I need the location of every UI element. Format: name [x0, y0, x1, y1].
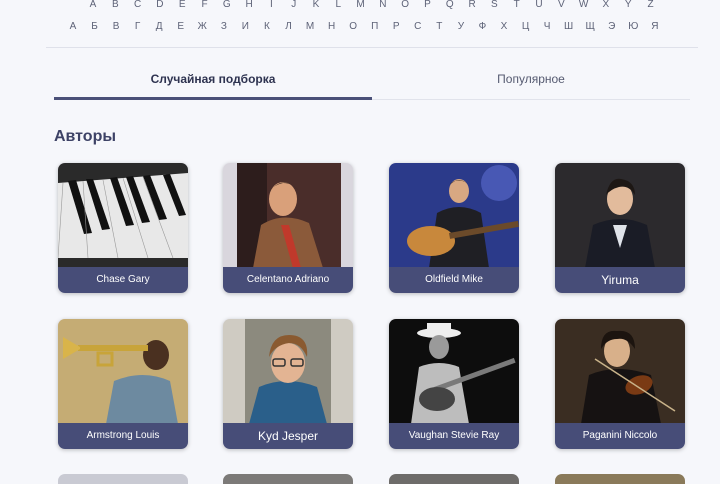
section-title-authors: Авторы [54, 128, 117, 145]
guitarist-photo [389, 163, 519, 268]
cyrillic-letter[interactable]: Л [285, 21, 292, 32]
portrait-photo [555, 163, 685, 268]
trumpeter-photo [58, 319, 188, 424]
author-name: Kyd Jesper [223, 423, 353, 449]
latin-letter[interactable]: D [156, 0, 163, 10]
latin-letter[interactable]: E [179, 0, 186, 10]
latin-letter[interactable]: K [313, 0, 320, 10]
author-card[interactable]: Yiruma [555, 163, 685, 293]
tab-random-selection[interactable]: Случайная подборка [54, 72, 372, 86]
latin-letter[interactable]: M [356, 0, 364, 10]
cyrillic-letter[interactable]: Я [651, 21, 658, 32]
tab-popular[interactable]: Популярное [372, 72, 690, 86]
latin-letter[interactable]: X [603, 0, 610, 10]
latin-letter[interactable]: A [90, 0, 97, 10]
cyrillic-letter[interactable]: Ц [522, 21, 529, 32]
cyrillic-letter[interactable]: П [371, 21, 378, 32]
cyrillic-letter[interactable]: Ш [564, 21, 573, 32]
cyrillic-letter[interactable]: М [306, 21, 314, 32]
piano-keys-photo [58, 163, 188, 268]
latin-letter[interactable]: J [291, 0, 296, 10]
cyrillic-letter[interactable]: У [458, 21, 464, 32]
latin-letter[interactable]: F [201, 0, 207, 10]
divider [46, 47, 698, 48]
violinist-painting [555, 319, 685, 424]
cyrillic-letter[interactable]: Б [91, 21, 98, 32]
latin-letter[interactable]: Y [625, 0, 632, 10]
cyrillic-letter[interactable]: В [113, 21, 120, 32]
latin-letter[interactable]: C [134, 0, 141, 10]
author-card[interactable]: Chase Gary [58, 163, 188, 293]
cyrillic-letter[interactable]: Ю [628, 21, 638, 32]
cyrillic-letter[interactable]: Е [177, 21, 184, 32]
latin-letter[interactable]: G [223, 0, 231, 10]
cyrillic-letter[interactable]: Ч [544, 21, 551, 32]
author-card[interactable]: Kyd Jesper [223, 319, 353, 449]
latin-letter[interactable]: H [245, 0, 252, 10]
cyrillic-letter[interactable]: И [242, 21, 249, 32]
author-card[interactable]: Paganini Niccolo [555, 319, 685, 449]
author-card[interactable]: Oldfield Mike [389, 163, 519, 293]
cyrillic-letter[interactable]: О [349, 21, 357, 32]
author-card-partial[interactable] [58, 474, 188, 484]
author-name: Vaughan Stevie Ray [389, 423, 519, 449]
cyrillic-letter[interactable]: Н [328, 21, 335, 32]
author-card-partial[interactable] [389, 474, 519, 484]
latin-letter[interactable]: O [401, 0, 409, 10]
cyrillic-letter[interactable]: Щ [586, 21, 595, 32]
author-card-partial[interactable] [555, 474, 685, 484]
author-name: Yiruma [555, 267, 685, 293]
author-name: Celentano Adriano [223, 267, 353, 293]
latin-letter[interactable]: V [558, 0, 565, 10]
cyrillic-letter[interactable]: Ж [198, 21, 207, 32]
latin-letter[interactable]: B [112, 0, 119, 10]
latin-letter[interactable]: T [514, 0, 520, 10]
latin-letter[interactable]: U [535, 0, 542, 10]
author-card[interactable]: Vaughan Stevie Ray [389, 319, 519, 449]
latin-letter[interactable]: Q [446, 0, 454, 10]
latin-letter[interactable]: I [270, 0, 273, 10]
cyrillic-letter[interactable]: Д [156, 21, 163, 32]
latin-letter[interactable]: W [579, 0, 588, 10]
guitarist-photo [389, 319, 519, 424]
cyrillic-letter[interactable]: Р [393, 21, 400, 32]
latin-letter[interactable]: P [424, 0, 431, 10]
cyrillic-letter[interactable]: З [221, 21, 227, 32]
cyrillic-letter[interactable]: Х [501, 21, 508, 32]
cyrillic-letter[interactable]: А [70, 21, 77, 32]
cyrillic-letter[interactable]: Т [436, 21, 442, 32]
active-tab-indicator [54, 97, 372, 100]
latin-letter[interactable]: R [468, 0, 475, 10]
latin-letter[interactable]: S [491, 0, 498, 10]
cyrillic-letter[interactable]: К [264, 21, 270, 32]
cyrillic-letter[interactable]: С [414, 21, 421, 32]
portrait-photo [223, 163, 353, 268]
latin-letter[interactable]: N [379, 0, 386, 10]
author-card-partial[interactable] [223, 474, 353, 484]
latin-letter[interactable]: L [336, 0, 342, 10]
cyrillic-letter[interactable]: Г [135, 21, 140, 32]
author-name: Oldfield Mike [389, 267, 519, 293]
author-name: Paganini Niccolo [555, 423, 685, 449]
portrait-photo [223, 319, 353, 424]
author-card[interactable]: Armstrong Louis [58, 319, 188, 449]
latin-letter[interactable]: Z [647, 0, 653, 10]
tab-bar: Случайная подборка Популярное [54, 72, 690, 102]
cyrillic-letter[interactable]: Ф [479, 21, 487, 32]
author-name: Armstrong Louis [58, 423, 188, 449]
author-card[interactable]: Celentano Adriano [223, 163, 353, 293]
author-name: Chase Gary [58, 267, 188, 293]
cyrillic-letter[interactable]: Э [608, 21, 615, 32]
